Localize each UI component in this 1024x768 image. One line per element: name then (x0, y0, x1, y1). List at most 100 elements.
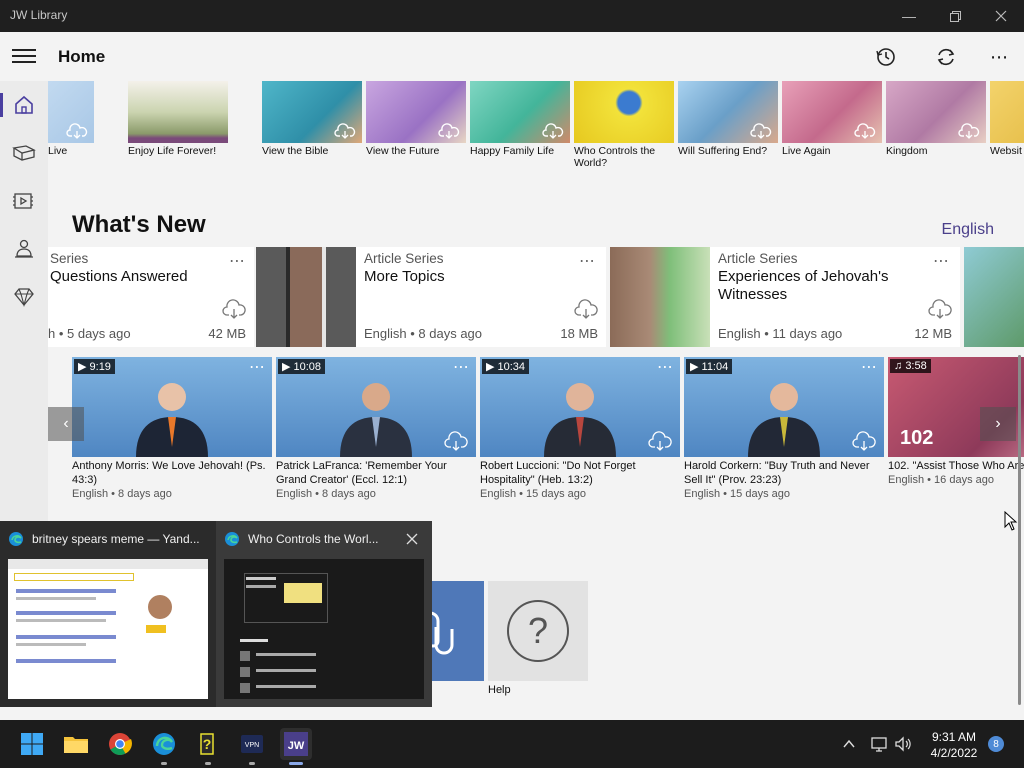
publication-website[interactable]: Websit (990, 81, 1024, 157)
sidebar-item-home[interactable] (0, 81, 48, 129)
sidebar-item-media[interactable] (0, 177, 48, 225)
publication-label: Happy Family Life (470, 145, 555, 157)
download-icon[interactable] (444, 431, 468, 451)
video-title: Robert Luccioni: "Do Not Forget Hospital… (480, 460, 636, 486)
video-thumbnail: ▶ 10:34 ⋯ (480, 357, 680, 457)
menu-icon[interactable] (12, 49, 36, 63)
sidebar-item-personal-study[interactable] (0, 273, 48, 321)
video-item[interactable]: ▶ 9:19 ⋯ Anthony Morris: We Love Jehovah… (72, 357, 272, 500)
taskbar-file-explorer[interactable] (60, 728, 92, 760)
tile-label: Help (488, 684, 511, 696)
history-icon[interactable] (873, 44, 899, 70)
card-kind: Article Series (718, 251, 798, 266)
download-icon[interactable] (648, 431, 672, 451)
sync-icon[interactable] (933, 44, 959, 70)
taskbar-edge[interactable] (148, 728, 180, 765)
video-more-icon[interactable]: ⋯ (657, 357, 674, 377)
article-card[interactable]: Article Series More Topics ⋯ English • 8… (256, 247, 606, 347)
preview-title: Who Controls the Worl... (248, 532, 379, 546)
video-duration: ▶ 9:19 (74, 359, 115, 374)
publication-label: Kingdom (886, 145, 928, 157)
whats-new-title: What's New (72, 211, 206, 238)
sidebar (0, 81, 48, 521)
preview-window-jw[interactable]: Who Controls the Worl... (216, 521, 432, 707)
publication-label: Who Controls the World? (574, 145, 656, 169)
video-thumbnail: ▶ 10:08 ⋯ (276, 357, 476, 457)
close-preview-icon[interactable] (406, 533, 418, 545)
language-selector[interactable]: English (942, 221, 994, 239)
publication-live[interactable]: Live (48, 81, 94, 157)
download-icon[interactable] (928, 299, 952, 319)
sidebar-item-bible[interactable] (0, 129, 48, 177)
system-clock[interactable]: 9:31 AM 4/2/2022 (924, 729, 984, 761)
publication-cover (48, 81, 94, 143)
preview-thumbnail (8, 559, 208, 699)
chevron-up-icon[interactable] (842, 737, 856, 751)
publication-cover (128, 81, 228, 143)
taskbar-vpn[interactable]: VPN (236, 728, 268, 765)
publication-live-again[interactable]: Live Again (782, 81, 882, 157)
taskbar-jw-library[interactable]: JW (280, 728, 312, 765)
minimize-button[interactable]: — (886, 0, 932, 32)
mouse-cursor-icon (1004, 511, 1018, 531)
video-more-icon[interactable]: ⋯ (249, 357, 266, 377)
video-more-icon[interactable]: ⋯ (453, 357, 470, 377)
video-item[interactable]: ▶ 10:34 ⋯ Robert Luccioni: "Do Not Forge… (480, 357, 680, 500)
article-card[interactable]: Series Questions Answered ⋯ h • 5 days a… (48, 247, 254, 347)
sidebar-item-meetings[interactable] (0, 225, 48, 273)
video-duration: ♫ 3:58 (890, 359, 931, 373)
start-button[interactable] (16, 728, 48, 760)
publication-happy-family[interactable]: Happy Family Life (470, 81, 570, 157)
publication-enjoy-life[interactable]: Enjoy Life Forever! (128, 81, 228, 157)
publication-label: Live Again (782, 145, 831, 157)
publication-cover (470, 81, 570, 143)
chrome-icon (109, 733, 132, 755)
bible-icon (12, 145, 36, 161)
publication-cover (678, 81, 778, 143)
publication-view-future[interactable]: View the Future (366, 81, 466, 157)
download-icon[interactable] (574, 299, 598, 319)
download-icon (854, 123, 876, 139)
folder-icon (64, 737, 88, 753)
tile-help[interactable]: ? (488, 581, 588, 681)
download-icon[interactable] (222, 299, 246, 319)
notification-badge[interactable]: 8 (988, 736, 1004, 752)
card-more-icon[interactable]: ⋯ (579, 251, 596, 271)
volume-icon[interactable] (894, 735, 912, 753)
publication-view-bible[interactable]: View the Bible (262, 81, 362, 157)
vertical-scrollbar[interactable] (1018, 355, 1021, 705)
running-indicator (205, 762, 211, 765)
card-text: Series Questions Answered (50, 251, 188, 286)
network-icon[interactable] (870, 735, 888, 753)
video-meta: English • 8 days ago (276, 488, 376, 500)
taskbar-chrome[interactable] (104, 728, 136, 760)
card-more-icon[interactable]: ⋯ (229, 251, 246, 271)
running-indicator (161, 762, 167, 765)
video-title: 102. "Assist Those Who Are (888, 460, 1024, 472)
scroll-left-button[interactable]: ‹ (48, 407, 84, 441)
download-icon[interactable] (852, 431, 876, 451)
article-card[interactable]: Article Series Experiences of Jehovah's … (610, 247, 960, 347)
publication-who-controls[interactable]: Who Controls the World? (574, 81, 674, 169)
publication-kingdom[interactable]: Kingdom (886, 81, 986, 157)
window-titlebar: JW Library — (0, 0, 1024, 32)
close-button[interactable] (978, 0, 1024, 32)
publication-label: Live (48, 145, 68, 157)
article-card[interactable] (964, 247, 1024, 347)
publication-cover (782, 81, 882, 143)
card-kind: Series (50, 251, 89, 266)
publication-suffering[interactable]: Will Suffering End? (678, 81, 778, 157)
scroll-right-button[interactable]: › (980, 407, 1016, 441)
video-item[interactable]: ▶ 10:08 ⋯ Patrick LaFranca: 'Remember Yo… (276, 357, 476, 500)
preview-thumbnail (224, 559, 424, 699)
card-more-icon[interactable]: ⋯ (933, 251, 950, 271)
preview-window-browser[interactable]: britney spears meme — Yand... (0, 521, 216, 707)
video-more-icon[interactable]: ⋯ (861, 357, 878, 377)
more-options-icon[interactable]: ⋯ (987, 44, 1013, 70)
download-icon (750, 123, 772, 139)
speaker-figure (136, 383, 208, 457)
restore-button[interactable] (932, 0, 978, 32)
video-item[interactable]: ▶ 11:04 ⋯ Harold Corkern: "Buy Truth and… (684, 357, 884, 500)
taskbar-app-tool[interactable]: ? (192, 728, 224, 765)
edge-icon (9, 532, 23, 546)
